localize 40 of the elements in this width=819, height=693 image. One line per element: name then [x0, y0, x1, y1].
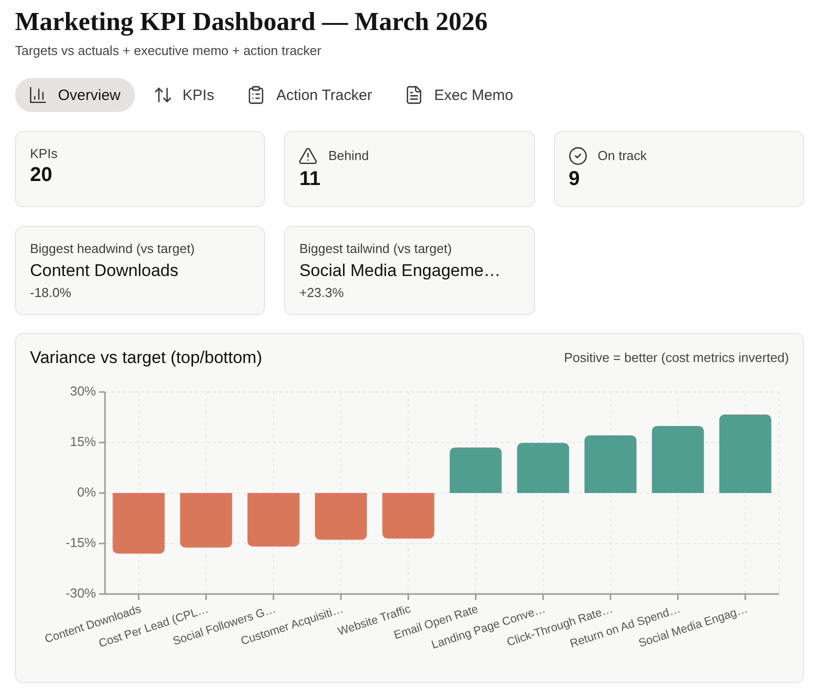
- y-tick-label: 30%: [70, 383, 96, 398]
- variance-bar: [112, 493, 165, 554]
- tab[interactable]: Exec Memo: [391, 78, 528, 112]
- variance-bar: [584, 435, 636, 493]
- warning-icon: [299, 147, 318, 165]
- variance-bar: [248, 493, 300, 547]
- variance-bar: [517, 442, 570, 493]
- y-tick-label: -15%: [66, 534, 96, 550]
- stat-label: Behind: [328, 148, 369, 164]
- variance-bar: [382, 493, 434, 538]
- tab[interactable]: Overview: [15, 78, 135, 112]
- document-icon: [405, 86, 424, 104]
- highlight-label: Biggest tailwind (vs target): [299, 241, 453, 257]
- variance-bar: [652, 426, 704, 493]
- stat-value: 11: [299, 167, 322, 192]
- stat-label: On track: [598, 148, 647, 164]
- page-subtitle: Targets vs actuals + executive memo + action tracker: [15, 43, 322, 59]
- stat-value: 9: [568, 167, 581, 192]
- variance-bar: [314, 493, 367, 540]
- highlight-value: Content Downloads: [30, 260, 180, 282]
- stat-label: KPIs: [30, 146, 58, 162]
- page-title: Marketing KPI Dashboard — March 2026: [15, 6, 489, 38]
- highlight-label: Biggest headwind (vs target): [30, 241, 196, 257]
- variance-bar: [450, 448, 502, 493]
- chart-note: Positive = better (cost metrics inverted): [564, 350, 789, 366]
- stat-value: 20: [30, 163, 54, 188]
- tab[interactable]: KPIs: [140, 78, 228, 112]
- y-tick-label: -30%: [66, 585, 96, 600]
- y-tick-label: 0%: [77, 484, 96, 500]
- chart-title: Variance vs target (top/bottom): [30, 347, 262, 369]
- variance-bar: [180, 493, 232, 548]
- up-down-arrows-icon: [154, 86, 172, 104]
- highlight-value: Social Media Engageme…: [299, 260, 502, 282]
- highlight-change: +23.3%: [299, 285, 345, 301]
- tab[interactable]: Action Tracker: [233, 78, 386, 112]
- y-tick-label: 15%: [70, 434, 96, 449]
- bar-chart-icon: [29, 86, 47, 104]
- highlight-change: -18.0%: [30, 285, 72, 301]
- clipboard-list-icon: [247, 86, 266, 104]
- check-circle-icon: [568, 147, 587, 165]
